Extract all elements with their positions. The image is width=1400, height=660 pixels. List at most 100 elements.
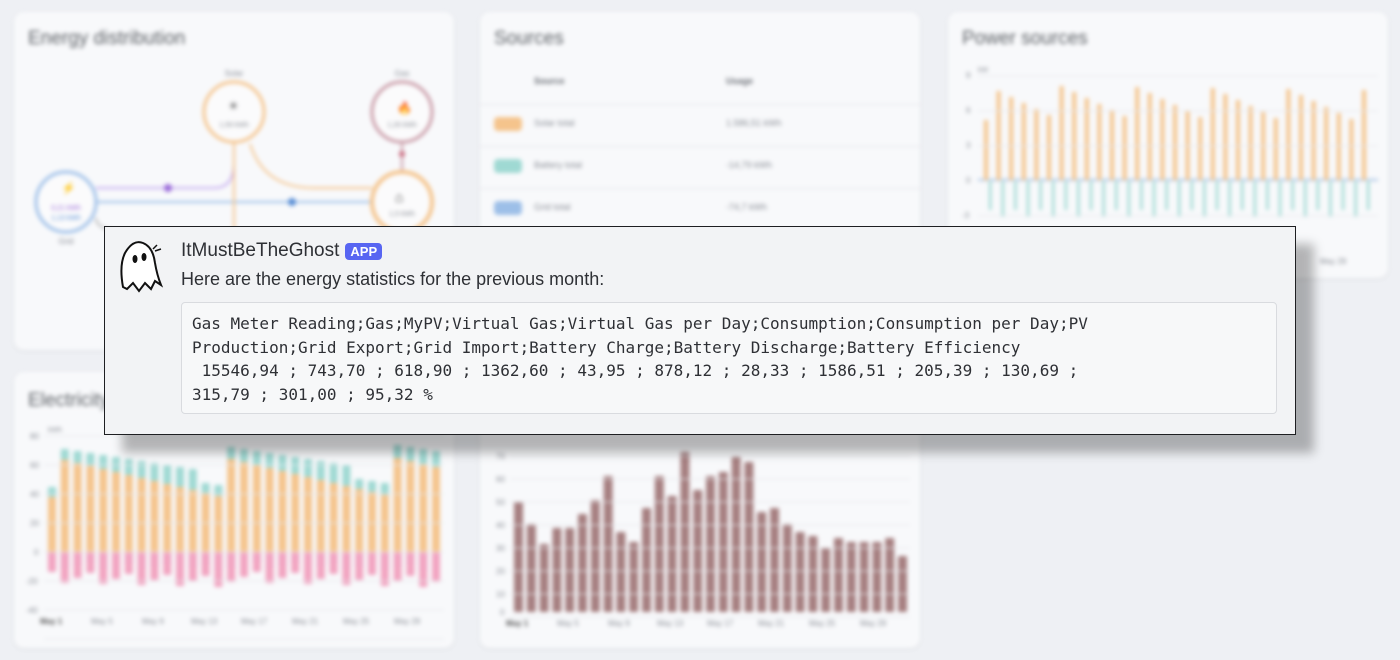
battery-spike: [1215, 180, 1219, 210]
gas-y-tick: 0: [500, 608, 505, 617]
export-bar: [393, 552, 402, 581]
source-name: Solar total: [534, 118, 575, 128]
battery-spike: [1253, 180, 1257, 217]
export-bar: [227, 552, 236, 582]
gas-x-tick: May 17: [707, 619, 734, 628]
sources-row[interactable]: Battery total -14,79 kWh: [480, 146, 920, 187]
solar-bar: [73, 463, 82, 552]
gas-bar: [782, 524, 792, 612]
sources-card: Sources Source Usage Solar total 1.586,5…: [480, 12, 920, 250]
battery-spike: [1329, 180, 1332, 217]
source-usage: 1.586,51 kWh: [726, 118, 782, 128]
solar-spike: [1210, 88, 1215, 180]
gas-x-tick: May 29: [860, 619, 887, 628]
battery-bar: [252, 451, 261, 465]
battery-bar: [73, 451, 82, 463]
gas-bar: [629, 542, 639, 612]
battery-spike: [1228, 180, 1231, 217]
sources-row[interactable]: Solar total 1.586,51 kWh: [480, 104, 920, 145]
gas-x-tick: May 9: [608, 619, 630, 628]
export-bar: [73, 552, 82, 578]
power-x-tick: May 29: [1320, 257, 1347, 266]
solar-node-label: Solar: [225, 69, 244, 78]
solar-spike: [1311, 101, 1316, 180]
battery-bar: [240, 449, 248, 462]
solar-spike: [1349, 119, 1354, 180]
battery-bar: [278, 455, 287, 471]
gas-node-label: Gas: [395, 69, 410, 78]
battery-bar: [124, 459, 133, 475]
solar-spike: [1122, 116, 1127, 180]
gas-bar: [552, 528, 562, 612]
battery-bar: [406, 447, 415, 461]
battery-spike: [1266, 180, 1269, 210]
battery-spike: [1077, 180, 1080, 217]
gas-bar: [642, 508, 651, 612]
ghost-icon[interactable]: [111, 235, 167, 295]
export-bar: [329, 552, 338, 574]
code-block: Gas Meter Reading;Gas;MyPV;Virtual Gas;V…: [181, 302, 1277, 414]
sources-row[interactable]: Grid total -74,7 kWh: [480, 188, 920, 229]
battery-bar: [188, 469, 197, 490]
gas-y-tick: 50: [496, 498, 505, 507]
battery-bar: [48, 487, 56, 497]
solar-spike: [1034, 109, 1039, 180]
solar-spike: [1072, 92, 1077, 180]
gas-bar: [539, 544, 549, 612]
solar-bar: [406, 461, 415, 552]
battery-spike: [1278, 180, 1282, 217]
gas-x-tick: May 21: [758, 619, 785, 628]
export-bar: [163, 552, 172, 575]
gas-bar: [654, 476, 664, 612]
username[interactable]: ItMustBeTheGhost: [181, 240, 339, 262]
gas-bar: [885, 538, 895, 612]
power-y-tick: 3: [966, 141, 971, 150]
source-usage: -74,7 kWh: [726, 202, 768, 212]
power-y-tick: 0: [966, 176, 971, 185]
solar-bar: [176, 487, 184, 552]
home-node-value: 1,5 kWh: [389, 211, 415, 218]
battery-spike: [1026, 180, 1030, 217]
solar-bar: [150, 481, 159, 552]
gas-chart: 70 60 50 40 30 20 10 0 May 1 May 5 May 9…: [496, 452, 910, 628]
gas-bar: [578, 514, 587, 612]
grid-node-value-in: 0,21 kWh: [51, 205, 81, 212]
export-bar: [406, 552, 415, 576]
battery-bar: [137, 461, 146, 478]
solar-spike: [1362, 90, 1366, 180]
electricity-y-tick: 20: [30, 519, 39, 528]
export-bar: [342, 552, 351, 585]
gas-y-tick: 70: [496, 452, 505, 461]
battery-spike: [1178, 180, 1181, 217]
source-name: Grid total: [534, 202, 571, 212]
battery-bar: [329, 463, 338, 483]
export-bar: [124, 552, 133, 574]
export-bar: [99, 552, 108, 584]
electricity-x-tick: May 21: [292, 617, 319, 626]
battery-spike: [1241, 180, 1244, 210]
electricity-y-tick: -20: [26, 577, 38, 586]
electricity-x-tick: May 13: [191, 617, 218, 626]
solar-bar: [342, 486, 351, 552]
gas-bar: [846, 542, 856, 612]
chat-message: ItMustBeTheGhost APP Here are the energy…: [104, 226, 1296, 435]
message-text: Here are the energy statistics for the p…: [181, 269, 605, 289]
export-bar: [214, 552, 223, 587]
grid-node-value-out: 1,13 kWh: [51, 215, 81, 222]
battery-spike: [1064, 180, 1068, 210]
solar-bar: [252, 465, 261, 552]
solar-bar: [265, 468, 274, 552]
export-bar: [137, 552, 146, 585]
solar-spike: [1236, 100, 1240, 180]
solar-panel-icon: ☀: [228, 99, 239, 113]
battery-spike: [1102, 180, 1105, 217]
battery-spike: [1140, 180, 1143, 210]
flow-dot: [288, 198, 296, 206]
export-bar: [86, 552, 95, 573]
electricity-x-tick: May 1: [40, 617, 63, 626]
gas-y-tick: 30: [496, 544, 505, 553]
gas-bar: [744, 462, 754, 612]
electricity-x-tick: May 9: [142, 617, 164, 626]
solar-bar: [112, 472, 120, 552]
power-sources-title: Power sources: [962, 28, 1088, 49]
